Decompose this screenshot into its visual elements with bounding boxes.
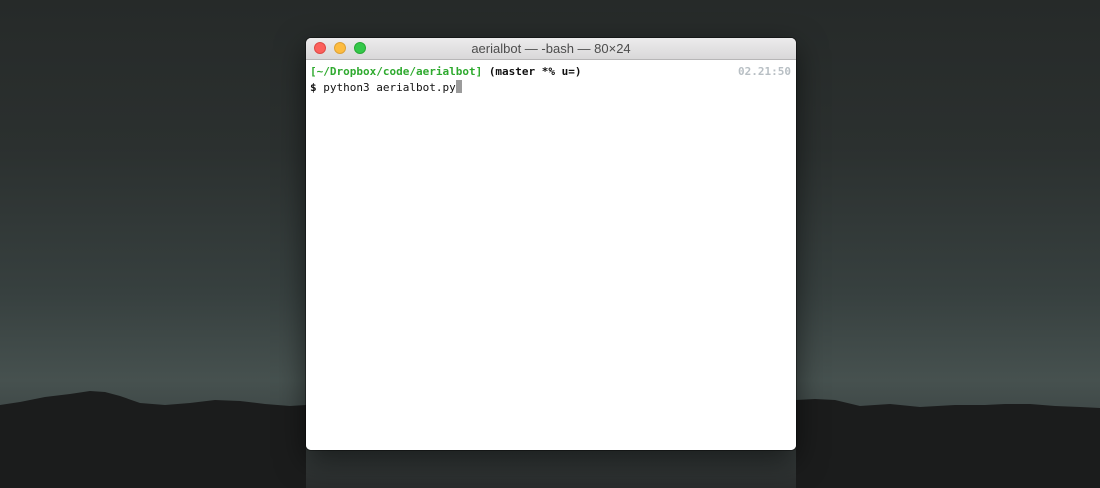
command-text: python3 aerialbot.py bbox=[323, 81, 456, 94]
command-line[interactable]: $ python3 aerialbot.py bbox=[310, 80, 462, 95]
prompt-path: [~/Dropbox/code/aerialbot] bbox=[310, 65, 483, 78]
prompt-line: [~/Dropbox/code/aerialbot] (master *% u=… bbox=[310, 64, 582, 79]
prompt-time: 02.21:50 bbox=[738, 65, 791, 78]
prompt-sign: $ bbox=[310, 81, 317, 94]
prompt-branch: (master *% u=) bbox=[488, 65, 582, 78]
window-titlebar[interactable]: aerialbot — -bash — 80×24 bbox=[306, 38, 796, 60]
terminal-content[interactable]: [~/Dropbox/code/aerialbot] (master *% u=… bbox=[306, 60, 796, 450]
window-title: aerialbot — -bash — 80×24 bbox=[471, 41, 631, 56]
text-cursor bbox=[455, 80, 462, 93]
terminal-window[interactable]: aerialbot — -bash — 80×24 [~/Dropbox/cod… bbox=[306, 38, 796, 450]
